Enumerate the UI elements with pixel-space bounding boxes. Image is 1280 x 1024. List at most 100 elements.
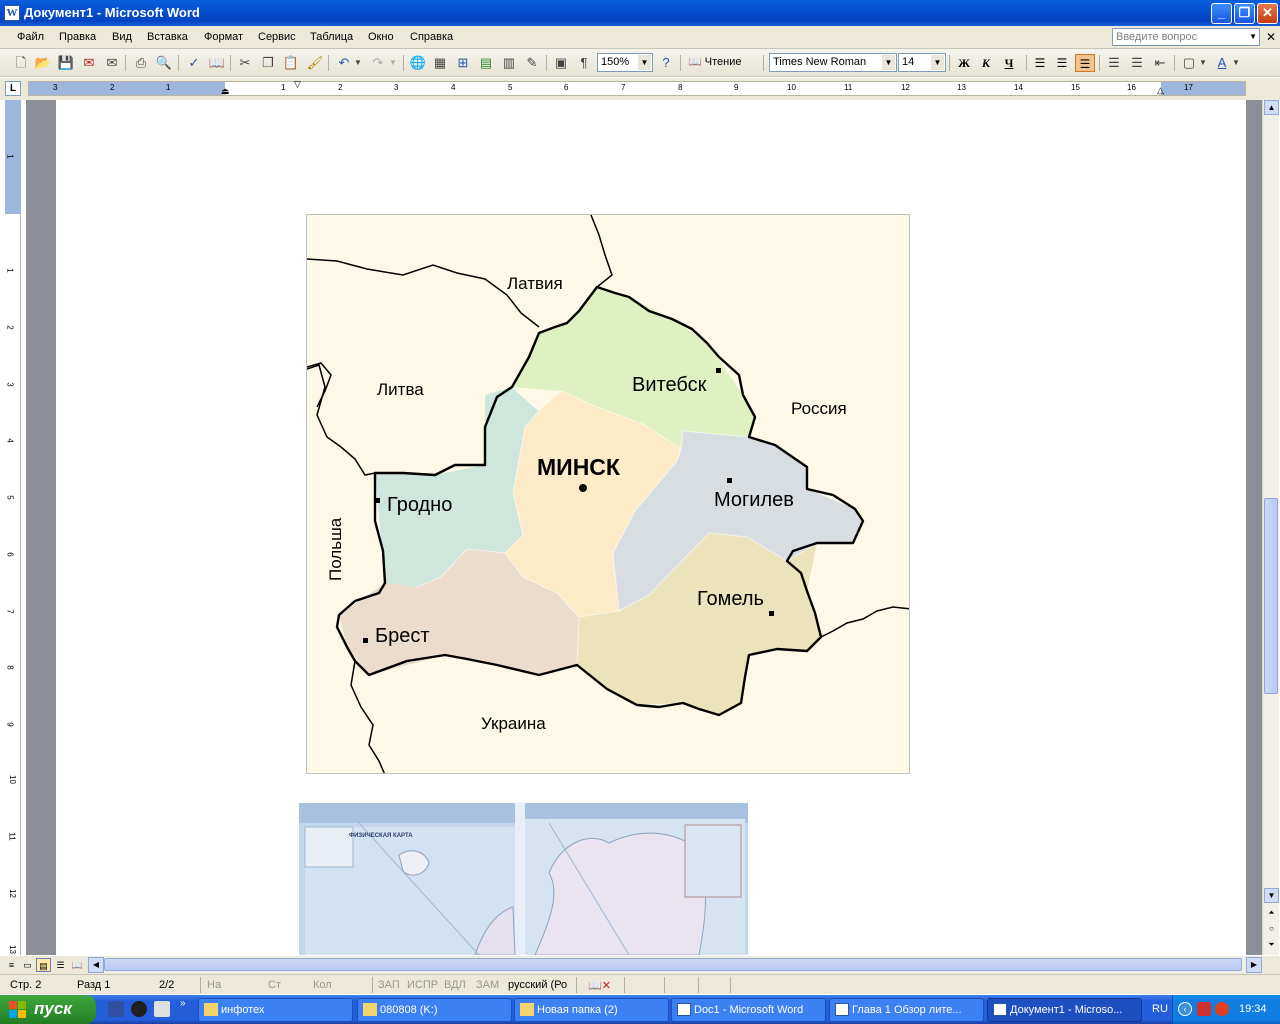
left-indent-marker[interactable]: ⏏ [221, 86, 230, 97]
outline-view-icon[interactable]: ☰ [53, 958, 68, 972]
bold-button[interactable]: Ж [954, 54, 974, 72]
chevron-down-icon[interactable]: ▼ [882, 55, 895, 70]
help-icon[interactable]: ? [657, 54, 675, 72]
minimize-button[interactable]: _ [1211, 3, 1232, 24]
font-color-icon[interactable]: A [1213, 54, 1231, 72]
browse-object-icon[interactable]: ○ [1264, 922, 1279, 937]
status-at[interactable]: На [207, 979, 221, 991]
italic-button[interactable]: К [976, 54, 996, 72]
document-page[interactable]: Латвия Литва Россия Польша Украина МИНСК… [56, 100, 1246, 955]
spelling-status-icon[interactable]: 📖✕ [588, 979, 611, 992]
menu-format[interactable]: Формат [204, 31, 243, 43]
horizontal-scroll-thumb[interactable] [104, 958, 1242, 971]
font-size-select[interactable]: 14 ▼ [898, 53, 946, 72]
chevron-down-icon[interactable]: ▼ [931, 55, 944, 70]
tray-security-icon[interactable] [1215, 1002, 1229, 1016]
new-document-icon[interactable]: 🗋 [12, 54, 30, 72]
belarus-map-image[interactable]: Латвия Литва Россия Польша Украина МИНСК… [306, 214, 910, 774]
document-map-icon[interactable]: ▣ [552, 54, 570, 72]
task-drive[interactable]: 080808 (K:) [357, 998, 512, 1022]
numbering-icon[interactable]: ☰ [1105, 54, 1123, 72]
print-layout-icon[interactable]: ▤ [36, 958, 51, 972]
horizontal-ruler[interactable]: 3 2 1 1 2 3 4 5 6 7 8 9 10 11 12 13 14 1… [28, 79, 1246, 97]
task-doc1[interactable]: Doc1 - Microsoft Word [671, 998, 826, 1022]
reading-view-icon[interactable]: 📖 [70, 958, 85, 972]
status-track[interactable]: ИСПР [407, 979, 438, 991]
insert-excel-icon[interactable]: ▤ [477, 54, 495, 72]
chevron-down-icon[interactable]: ▼ [638, 55, 651, 70]
align-center-button[interactable]: ☰ [1052, 54, 1072, 72]
normal-view-icon[interactable]: ≡ [4, 958, 19, 972]
menu-window[interactable]: Окно [368, 31, 394, 43]
font-name-select[interactable]: Times New Roman ▼ [769, 53, 897, 72]
tables-borders-icon[interactable]: ▦ [431, 54, 449, 72]
task-document1[interactable]: Документ1 - Microso... [987, 998, 1142, 1022]
prev-page-icon[interactable]: ⏶ [1264, 906, 1279, 921]
right-indent-marker[interactable]: △ [1157, 85, 1164, 96]
status-pages[interactable]: 2/2 [159, 979, 174, 991]
bullets-icon[interactable]: ☰ [1128, 54, 1146, 72]
scroll-up-button[interactable]: ▲ [1264, 100, 1279, 115]
cut-icon[interactable]: ✂ [236, 54, 254, 72]
close-button[interactable]: ✕ [1257, 3, 1278, 24]
borders-icon[interactable]: ▢ [1180, 54, 1198, 72]
underline-button[interactable]: Ч [999, 54, 1019, 72]
menu-tools[interactable]: Сервис [258, 31, 296, 43]
chevron-down-icon[interactable]: ▼ [1198, 54, 1208, 72]
word-app-icon[interactable]: W [4, 5, 20, 21]
copy-icon[interactable]: ❐ [259, 54, 277, 72]
spelling-icon[interactable]: ✓ [185, 54, 203, 72]
print-preview-icon[interactable]: 🔍 [155, 54, 173, 72]
tray-app-icon[interactable] [1197, 1002, 1211, 1016]
task-chapter1[interactable]: Глава 1 Обзор лите... [829, 998, 984, 1022]
web-view-icon[interactable]: ▭ [20, 958, 35, 972]
media-player-icon[interactable] [131, 1001, 147, 1017]
hyperlink-icon[interactable]: 🌐 [409, 54, 427, 72]
tray-arrow-icon[interactable]: ‹ [1178, 1002, 1192, 1016]
show-formatting-icon[interactable]: ¶ [575, 54, 593, 72]
next-page-icon[interactable]: ⏷ [1264, 938, 1279, 953]
menu-table[interactable]: Таблица [310, 31, 353, 43]
start-button[interactable]: пуск [0, 995, 96, 1024]
paste-icon[interactable]: 📋 [282, 54, 300, 72]
vertical-ruler[interactable]: 1 1 2 3 4 5 6 7 8 9 10 11 12 13 [5, 100, 21, 955]
menu-insert[interactable]: Вставка [147, 31, 188, 43]
task-infotech[interactable]: инфотех [198, 998, 353, 1022]
menu-file[interactable]: Файл [17, 31, 44, 43]
open-icon[interactable]: 📂 [34, 54, 52, 72]
scroll-right-button[interactable]: ▶ [1246, 957, 1262, 973]
undo-icon[interactable]: ↶ [335, 54, 353, 72]
scanned-atlas-image[interactable]: ФИЗИЧЕСКАЯ КАРТА [299, 803, 748, 955]
menu-edit[interactable]: Правка [59, 31, 96, 43]
scroll-down-button[interactable]: ▼ [1264, 888, 1279, 903]
quicklaunch-doc-icon[interactable] [154, 1001, 170, 1017]
task-new-folder[interactable]: Новая папка (2) [514, 998, 669, 1022]
columns-icon[interactable]: ▥ [500, 54, 518, 72]
vertical-scrollbar[interactable]: ▲ ▼ ⏶ ○ ⏷ [1262, 100, 1279, 955]
justify-button[interactable]: ☰ [1075, 54, 1095, 72]
quicklaunch-app-icon[interactable] [108, 1001, 124, 1017]
first-line-indent-marker[interactable]: ▽ [294, 79, 301, 90]
document-area[interactable]: Латвия Литва Россия Польша Украина МИНСК… [26, 100, 1262, 955]
status-page[interactable]: Стр. 2 [10, 979, 41, 991]
reading-button[interactable]: 📖 Чтение [688, 55, 741, 68]
horizontal-scrollbar[interactable]: ◀ ▶ [88, 957, 1262, 973]
chevron-down-icon[interactable]: ▼ [1231, 54, 1241, 72]
drawing-icon[interactable]: ✎ [523, 54, 541, 72]
chevron-down-icon[interactable]: ▼ [1249, 29, 1257, 45]
menu-view[interactable]: Вид [112, 31, 132, 43]
zoom-select[interactable]: 150% ▼ [597, 53, 653, 72]
restore-button[interactable]: ❐ [1234, 3, 1255, 24]
input-language[interactable]: RU [1152, 1003, 1168, 1015]
status-record[interactable]: ЗАП [378, 979, 400, 991]
permission-icon[interactable]: ✉ [80, 54, 98, 72]
research-icon[interactable]: 📖 [208, 54, 226, 72]
align-left-button[interactable]: ☰ [1030, 54, 1050, 72]
decrease-indent-icon[interactable]: ⇤ [1151, 54, 1169, 72]
format-painter-icon[interactable]: 🖌 [306, 54, 324, 72]
status-extend[interactable]: ВДЛ [444, 979, 466, 991]
clock[interactable]: 19:34 [1239, 1003, 1267, 1015]
status-overtype[interactable]: ЗАМ [476, 979, 499, 991]
tab-selector[interactable]: L [5, 81, 21, 96]
menu-help[interactable]: Справка [410, 31, 453, 43]
